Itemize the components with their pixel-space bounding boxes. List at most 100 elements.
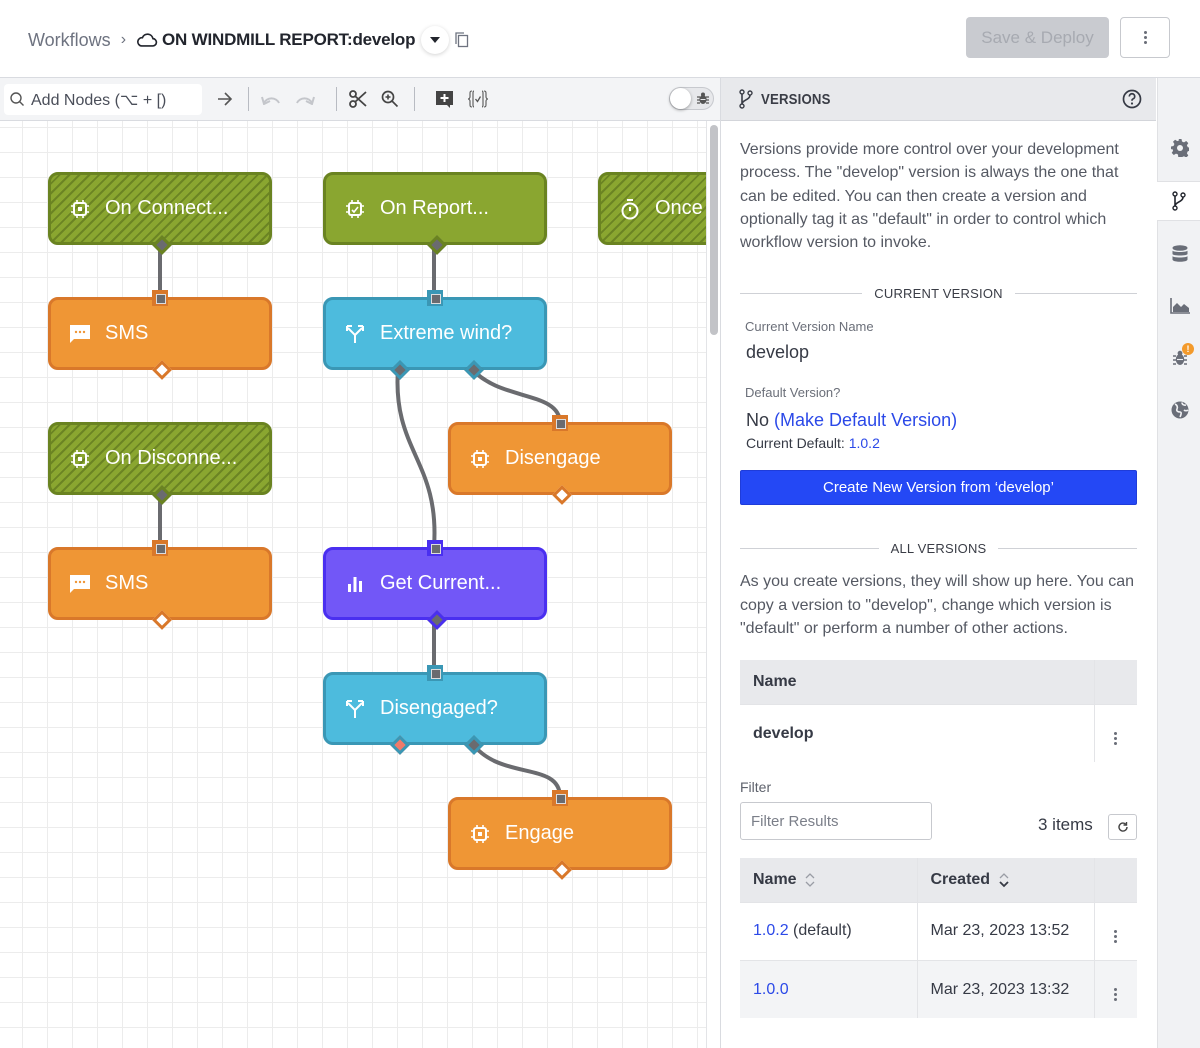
version-link[interactable]: 1.0.0 [753,981,789,998]
rail-item-debug[interactable]: ! [1158,338,1200,378]
create-version-button[interactable]: Create New Version from ‘develop’ [740,470,1137,506]
branch-icon [739,89,753,109]
node-get-current[interactable]: Get Current... [323,540,547,630]
zoom-icon[interactable] [380,88,400,110]
default-version-label: Default Version? [745,385,841,401]
variables-icon[interactable] [466,88,490,110]
panel-title: VERSIONS [761,90,831,108]
kebab-icon [1114,988,1118,1002]
node-label: Engage [505,822,574,844]
filter-input[interactable] [740,802,932,841]
table-row[interactable]: 1.0.2 (default) Mar 23, 2023 13:52 [740,901,1137,961]
refresh-icon [1117,822,1128,833]
help-icon[interactable] [1122,89,1142,109]
version-name-cell: 1.0.0 [740,959,917,1019]
created-cell: Mar 23, 2023 13:32 [916,959,1094,1019]
make-default-link[interactable]: (Make Default Version) [774,410,957,430]
scrollbar-thumb[interactable] [710,125,718,335]
node-label: Disengage [505,447,601,469]
node-label: Disengaged? [380,697,498,719]
node-label: SMS [105,322,149,344]
panel-header: VERSIONS [721,78,1156,121]
created-cell: Mar 23, 2023 13:52 [916,901,1094,961]
toolbar-divider [414,87,415,111]
row-actions-button[interactable] [1093,959,1137,1019]
input-port[interactable] [427,665,443,681]
develop-table: Name develop [740,660,1137,763]
panel-rail: ! [1157,78,1200,1048]
node-on-disconnect[interactable]: On Disconne... [48,422,272,505]
node-label: On Connect... [105,197,229,219]
sort-icon [998,872,1009,888]
column-header-name: Name [740,660,1094,705]
input-port[interactable] [552,790,568,806]
column-header-created[interactable]: Created [916,858,1094,903]
breadcrumb: Workflows › ON WINDMILL REPORT:develop [28,26,469,54]
add-nodes-input[interactable]: Add Nodes (⌥ + [) [4,84,202,115]
version-dropdown-button[interactable] [421,26,450,54]
globe-icon [1171,401,1189,419]
rail-item-versions[interactable] [1157,181,1200,221]
current-version-name-label: Current Version Name [745,319,874,335]
more-options-button[interactable] [1120,17,1170,58]
timer-icon [619,198,641,220]
caret-down-icon [430,37,441,43]
canvas-scrollbar[interactable] [706,121,721,1048]
input-port[interactable] [152,540,168,556]
edge-extreme-wind-disengage [470,367,562,424]
current-default: Current Default: 1.0.2 [746,435,1137,451]
kebab-icon [1143,31,1147,44]
node-once[interactable]: Once ... [598,172,706,245]
node-label: Get Current... [380,572,502,594]
scissors-icon[interactable] [348,88,368,110]
rail-item-globals[interactable] [1158,390,1200,430]
debug-mode-toggle[interactable] [669,87,714,110]
row-actions-button[interactable] [1093,703,1137,763]
rail-item-stats[interactable] [1158,286,1200,326]
arrow-right-icon[interactable] [215,88,235,110]
redo-icon[interactable] [294,88,316,110]
notification-badge: ! [1182,343,1194,355]
node-on-report[interactable]: On Report... [323,172,547,255]
workflow-title: ON WINDMILL REPORT:develop [162,30,416,49]
table-row[interactable]: 1.0.0 Mar 23, 2023 13:32 [740,959,1137,1019]
node-label: On Report... [380,197,489,219]
all-versions-intro: As you create versions, they will show u… [740,573,1134,638]
current-default-label: Current Default: [746,435,845,452]
row-actions-button[interactable] [1093,901,1137,961]
breadcrumb-workflows-link[interactable]: Workflows [28,30,111,51]
copy-icon[interactable] [455,32,469,48]
device-report-icon [344,198,366,220]
node-sms-2[interactable]: SMS [48,540,272,630]
current-default-link[interactable]: 1.0.2 [849,435,880,451]
save-deploy-button[interactable]: Save & Deploy [966,17,1109,58]
node-label: SMS [105,572,149,594]
database-icon [1172,245,1187,262]
bug-icon [697,92,709,104]
version-link[interactable]: 1.0.2 [753,922,789,939]
rail-item-settings[interactable] [1158,128,1200,168]
add-comment-icon[interactable] [434,88,454,110]
node-on-connect[interactable]: On Connect... [48,172,272,255]
node-disengaged[interactable]: Disengaged? [323,665,547,755]
toolbar-divider [336,87,337,111]
input-port[interactable] [552,415,568,431]
node-engage[interactable]: Engage [448,790,672,880]
search-icon [10,92,24,106]
device-icon [469,823,491,845]
node-disengage[interactable]: Disengage [448,415,672,505]
current-version-divider: CURRENT VERSION [740,286,1137,301]
column-header-name[interactable]: Name [740,858,917,903]
table-row[interactable]: develop [740,703,1137,763]
workflow-canvas[interactable]: On Connect... SMS On Disconne... SMS On … [0,121,706,1048]
input-port[interactable] [427,290,443,306]
rail-item-storage[interactable] [1158,234,1200,274]
versions-table: Name Created 1.0.2 (default) Mar 23, 202… [740,858,1137,1019]
input-port[interactable] [427,540,443,556]
refresh-button[interactable] [1108,814,1137,841]
node-sms-1[interactable]: SMS [48,290,272,380]
input-port[interactable] [152,290,168,306]
node-extreme-wind[interactable]: Extreme wind? [323,290,547,380]
undo-icon[interactable] [260,88,282,110]
node-label: On Disconne... [105,447,238,469]
